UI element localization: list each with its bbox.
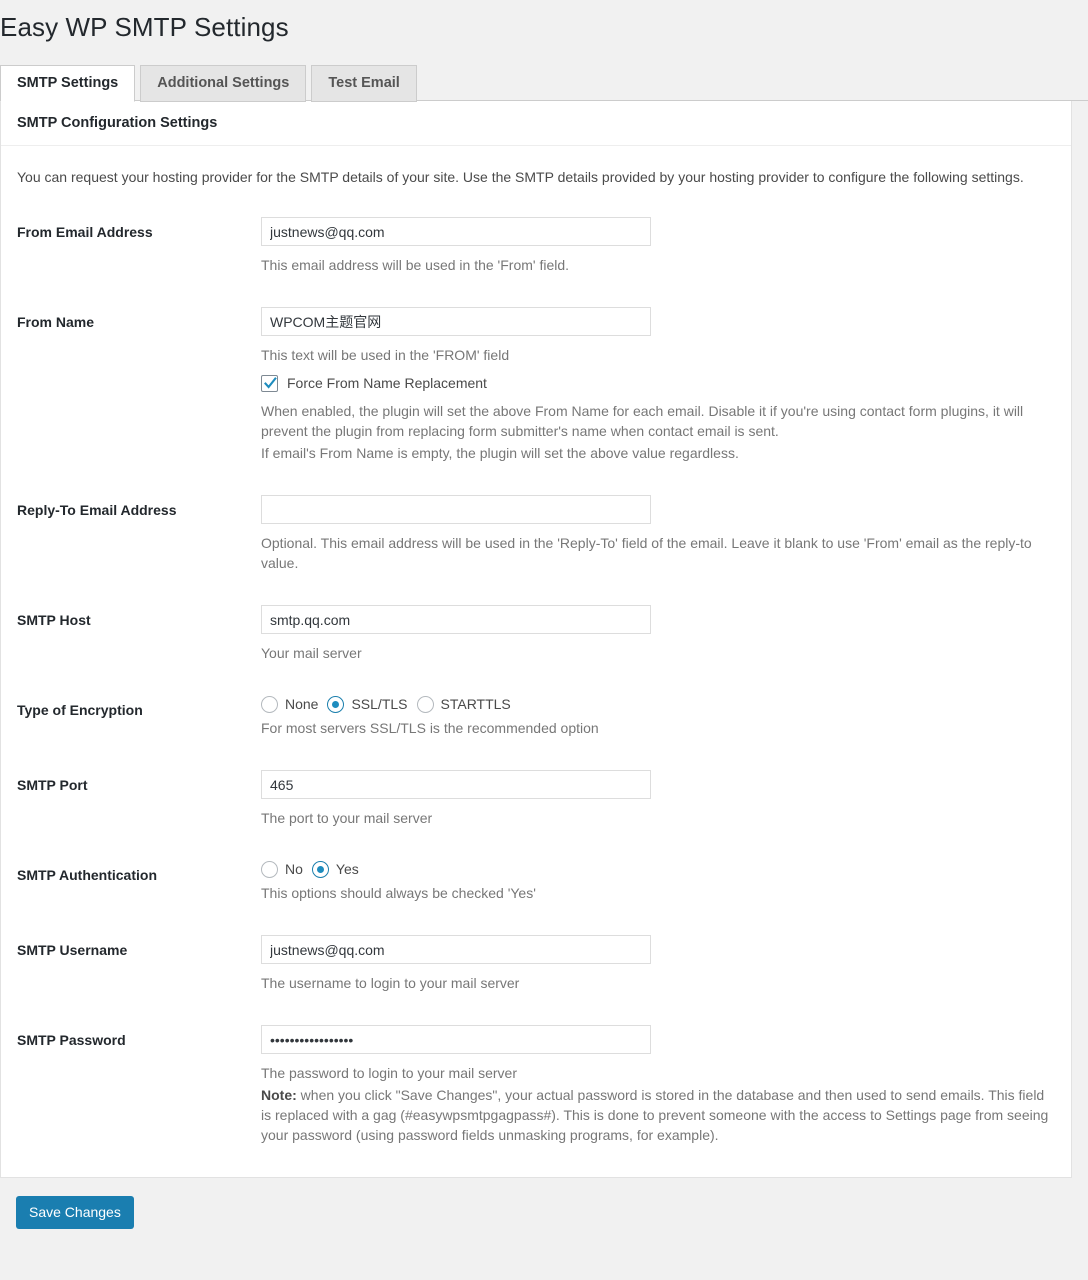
hint-force-from-name-1: When enabled, the plugin will set the ab…: [261, 403, 1024, 439]
radio-auth-yes[interactable]: [311, 860, 329, 878]
label-encryption: Type of Encryption: [17, 702, 143, 718]
card-body: You can request your hosting provider fo…: [1, 146, 1071, 1177]
hint-force-from-name-2: If email's From Name is empty, the plugi…: [261, 445, 739, 461]
label-smtp-username: SMTP Username: [17, 942, 128, 958]
settings-form-table: From Email Address This email address wi…: [17, 201, 1055, 1161]
radio-ssltls-label: SSL/TLS: [351, 696, 408, 712]
hint-encryption: For most servers SSL/TLS is the recommen…: [261, 720, 599, 736]
tab-additional-settings[interactable]: Additional Settings: [140, 65, 307, 102]
smtp-auth-option-yes[interactable]: Yes: [311, 860, 359, 878]
hint-reply-to: Optional. This email address will be use…: [261, 535, 1032, 571]
radio-starttls-label: STARTTLS: [440, 696, 511, 712]
row-smtp-username: SMTP Username The username to login to y…: [17, 919, 1055, 1009]
smtp-settings-page: Easy WP SMTP Settings SMTP Settings Addit…: [0, 0, 1088, 1280]
radio-auth-yes-label: Yes: [335, 861, 359, 877]
from-name-input[interactable]: [261, 307, 651, 336]
smtp-auth-radio-group: No Yes: [261, 860, 1055, 878]
radio-ssltls[interactable]: [327, 695, 345, 713]
checkmark-icon: [264, 376, 277, 389]
row-from-name: From Name This text will be used in the …: [17, 291, 1055, 479]
tab-strip: SMTP Settings Additional Settings Test Ema…: [0, 64, 1088, 102]
label-smtp-password: SMTP Password: [17, 1032, 126, 1048]
smtp-auth-option-no[interactable]: No: [261, 860, 303, 878]
row-smtp-host: SMTP Host Your mail server: [17, 589, 1055, 679]
label-from-name: From Name: [17, 314, 95, 330]
smtp-port-input[interactable]: [261, 770, 651, 799]
label-smtp-port: SMTP Port: [17, 777, 88, 793]
force-from-name-checkbox[interactable]: [261, 374, 278, 392]
save-changes-button[interactable]: Save Changes: [16, 1196, 134, 1229]
page-title: Easy WP SMTP Settings: [0, 12, 289, 42]
hint-smtp-host: Your mail server: [261, 645, 362, 661]
encryption-option-none[interactable]: None: [261, 695, 318, 713]
radio-none[interactable]: [261, 695, 278, 713]
row-reply-to: Reply-To Email Address Optional. This em…: [17, 479, 1055, 589]
tab-smtp-settings[interactable]: SMTP Settings: [0, 65, 136, 102]
hint-smtp-password: The password to login to your mail serve…: [261, 1065, 517, 1081]
label-reply-to: Reply-To Email Address: [17, 502, 177, 518]
from-email-input[interactable]: [261, 217, 651, 246]
radio-auth-no[interactable]: [261, 860, 278, 878]
force-from-name-row[interactable]: Force From Name Replacement: [261, 374, 1055, 392]
label-smtp-host: SMTP Host: [17, 612, 91, 628]
smtp-password-input[interactable]: [261, 1025, 651, 1054]
encryption-option-ssltls[interactable]: SSL/TLS: [327, 695, 408, 713]
hint-from-email: This email address will be used in the '…: [261, 257, 570, 273]
encryption-radio-group: None SSL/TLS STARTTLS: [261, 695, 1055, 713]
row-from-email: From Email Address This email address wi…: [17, 201, 1055, 291]
note-label: Note:: [261, 1087, 297, 1103]
encryption-option-starttls[interactable]: STARTTLS: [416, 695, 511, 713]
radio-auth-no-label: No: [285, 861, 303, 877]
row-smtp-password: SMTP Password The password to login to y…: [17, 1009, 1055, 1161]
smtp-username-input[interactable]: [261, 935, 651, 964]
smtp-host-input[interactable]: [261, 605, 651, 634]
radio-none-label: None: [285, 696, 319, 712]
row-smtp-port: SMTP Port The port to your mail server: [17, 754, 1055, 844]
label-from-email: From Email Address: [17, 224, 153, 240]
label-smtp-auth: SMTP Authentication: [17, 867, 157, 883]
reply-to-input[interactable]: [261, 495, 651, 524]
hint-smtp-auth: This options should always be checked 'Y…: [261, 885, 536, 901]
settings-card: SMTP Configuration Settings You can requ…: [0, 101, 1072, 1178]
card-header-title: SMTP Configuration Settings: [1, 101, 1071, 146]
tab-test-email[interactable]: Test Email: [311, 65, 417, 102]
hint-smtp-port: The port to your mail server: [261, 810, 433, 826]
note-smtp-password: Note: when you click "Save Changes", you…: [261, 1085, 1055, 1145]
radio-starttls[interactable]: [416, 695, 434, 713]
intro-text: You can request your hosting provider fo…: [17, 169, 1024, 185]
hint-from-name: This text will be used in the 'FROM' fie…: [261, 347, 510, 363]
save-actions: Save Changes: [0, 1178, 1088, 1229]
row-smtp-auth: SMTP Authentication No Yes This options …: [17, 844, 1055, 919]
hint-smtp-username: The username to login to your mail serve…: [261, 975, 520, 991]
note-body: when you click "Save Changes", your actu…: [261, 1087, 1049, 1143]
force-from-name-label: Force From Name Replacement: [287, 375, 487, 391]
row-encryption: Type of Encryption None SSL/TLS STARTTLS…: [17, 679, 1055, 754]
